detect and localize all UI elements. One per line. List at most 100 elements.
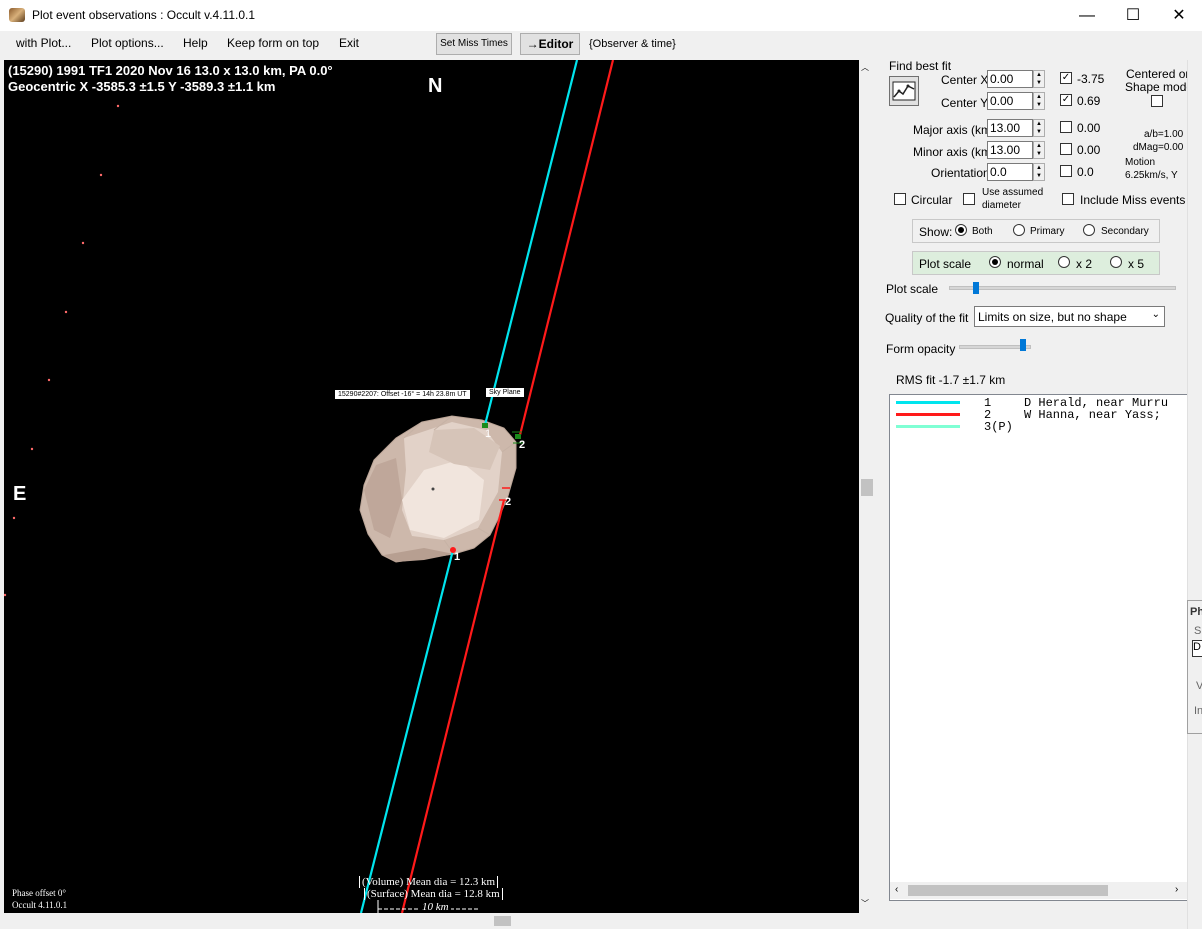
plot-area[interactable]: (15290) 1991 TF1 2020 Nov 16 13.0 x 13.0…	[4, 60, 859, 913]
north-label: N	[428, 75, 443, 97]
circular-checkbox[interactable]	[894, 193, 906, 205]
scroll-up-arrow[interactable]: ︿	[861, 62, 869, 73]
plot-scale-slider-track[interactable]	[949, 286, 1176, 290]
menu-exit[interactable]: Exit	[339, 36, 359, 50]
menu-plot-options[interactable]: Plot options...	[91, 36, 164, 50]
minor-axis-input[interactable]: 13.00	[987, 141, 1033, 159]
use-assumed-diameter-checkbox[interactable]	[963, 193, 975, 205]
minor-axis-fit-checkbox[interactable]	[1060, 143, 1072, 155]
ab-ratio-label: a/b=1.00	[1144, 129, 1184, 140]
major-axis-input[interactable]: 13.00	[987, 119, 1033, 137]
chord-2-top-label: 2	[519, 439, 526, 451]
star	[116, 104, 120, 108]
plot-canvas	[4, 60, 615, 913]
centered-on-label: Centered on	[1126, 67, 1193, 81]
list-hscrollbar[interactable]: ‹ ›	[890, 882, 1189, 899]
plot-scale-group-label: Plot scale	[919, 257, 972, 271]
find-best-fit-label: Find best fit	[889, 59, 952, 73]
minor-axis-spinner[interactable]: ▲ ▼	[1033, 141, 1045, 159]
menu-keep-on-top[interactable]: Keep form on top	[227, 36, 319, 50]
peek-text-e: In	[1194, 705, 1202, 717]
diameter-label: diameter	[982, 200, 1021, 211]
observer-2-name[interactable]: W Hanna, near Yass;	[1024, 408, 1161, 422]
plot-vertical-scrollbar[interactable]: ︿ ﹀	[859, 60, 876, 913]
list-hscroll-thumb[interactable]	[908, 885, 1108, 896]
scale-x5-label: x 5	[1128, 257, 1145, 271]
motion-value: 6.25km/s, Y	[1125, 170, 1178, 181]
circular-label: Circular	[911, 193, 953, 207]
use-assumed-label: Use assumed	[982, 187, 1044, 198]
show-primary-label: Primary	[1030, 226, 1065, 237]
motion-label: Motion	[1125, 157, 1156, 168]
center-y-fit-checkbox[interactable]: ✓	[1060, 94, 1072, 106]
dmag-label: dMag=0.00	[1133, 142, 1184, 153]
phase-offset-label: Phase offset 0°	[12, 888, 66, 898]
major-axis-fit-checkbox[interactable]	[1060, 121, 1072, 133]
include-miss-label: Include Miss events	[1080, 193, 1186, 207]
scale-x2-radio[interactable]	[1058, 256, 1070, 268]
quality-label: Quality of the fit	[885, 311, 969, 325]
scale-normal-radio[interactable]	[989, 256, 1001, 268]
orientation-fit-checkbox[interactable]	[1060, 165, 1072, 177]
plot-scale-slider-thumb[interactable]	[973, 282, 979, 294]
scroll-down-arrow[interactable]: ﹀	[861, 898, 869, 909]
scale-normal-label: normal	[1007, 257, 1044, 271]
chord-1-bottom-label: 1	[454, 551, 461, 563]
find-best-fit-button[interactable]	[889, 76, 919, 106]
center-x-fit-value: -3.75	[1077, 72, 1105, 86]
panel-scrollbar[interactable]	[1187, 60, 1202, 929]
observer-list[interactable]: 1 D Herald, near Murru 2 W Hanna, near Y…	[889, 394, 1190, 901]
peek-text-b: S	[1194, 625, 1202, 637]
star	[30, 447, 34, 451]
menu-with-plot[interactable]: with Plot...	[16, 36, 71, 50]
star	[4, 593, 7, 597]
orientation-spinner[interactable]: ▲ ▼	[1033, 163, 1045, 181]
include-miss-checkbox[interactable]	[1062, 193, 1074, 205]
chord-2-lower	[400, 499, 506, 913]
center-y-input[interactable]: 0.00	[987, 92, 1033, 110]
star	[81, 241, 85, 245]
center-y-spinner[interactable]: ▲ ▼	[1033, 92, 1045, 110]
scroll-right-arrow[interactable]: ›	[1175, 884, 1178, 895]
center-x-input[interactable]: 0.00	[987, 70, 1033, 88]
observer-time-label[interactable]: {Observer & time}	[589, 38, 676, 50]
center-x-fit-checkbox[interactable]: ✓	[1060, 72, 1072, 84]
offset-label: 15290#2207: Offset -16° = 14h 23.8m UT	[335, 390, 470, 399]
form-opacity-label: Form opacity	[886, 342, 956, 356]
show-both-radio[interactable]	[955, 224, 967, 236]
center-x-spinner[interactable]: ▲ ▼	[1033, 70, 1045, 88]
volume-dia-label: (Volume) Mean dia = 12.3 km	[359, 876, 499, 888]
scroll-left-arrow[interactable]: ‹	[895, 884, 898, 895]
plot-header-line2: Geocentric X -3585.3 ±1.5 Y -3589.3 ±1.1…	[8, 79, 276, 94]
show-label: Show:	[919, 225, 953, 239]
menu-help[interactable]: Help	[183, 36, 208, 50]
show-secondary-radio[interactable]	[1083, 224, 1095, 236]
minimize-button[interactable]: —	[1064, 0, 1110, 31]
editor-button[interactable]: →Editor	[520, 33, 580, 55]
scroll-thumb[interactable]	[861, 479, 873, 496]
observer-3-num: 3(P)	[984, 420, 1013, 434]
maximize-button[interactable]: ☐	[1110, 0, 1156, 31]
asteroid-shape	[359, 415, 517, 563]
major-axis-spinner[interactable]: ▲ ▼	[1033, 119, 1045, 137]
orientation-label: Orientation	[931, 166, 990, 180]
scale-x5-radio[interactable]	[1110, 256, 1122, 268]
show-primary-radio[interactable]	[1013, 224, 1025, 236]
set-miss-times-button[interactable]: Set Miss Times	[436, 33, 512, 55]
show-both-label: Both	[972, 226, 993, 237]
orientation-input[interactable]: 0.0	[987, 163, 1033, 181]
hscroll-thumb[interactable]	[494, 916, 511, 926]
close-button[interactable]: ✕	[1156, 0, 1202, 31]
plot-scale-slider-label: Plot scale	[886, 282, 939, 296]
opacity-slider-thumb[interactable]	[1020, 339, 1026, 351]
peeking-window[interactable]: Ph S D V In	[1187, 600, 1202, 734]
rms-fit-label: RMS fit -1.7 ±1.7 km	[896, 373, 1006, 387]
quality-dropdown-value: Limits on size, but no shape	[978, 310, 1127, 324]
peek-text-c: D	[1192, 640, 1202, 657]
centered-on-shape-checkbox[interactable]	[1151, 95, 1163, 107]
minor-axis-label: Minor axis (km)	[913, 145, 996, 159]
chord-2-upper	[518, 60, 615, 436]
east-label: E	[13, 483, 27, 505]
plot-horizontal-scrollbar[interactable]	[4, 913, 859, 929]
quality-dropdown[interactable]: Limits on size, but no shape ⌄	[974, 306, 1165, 327]
